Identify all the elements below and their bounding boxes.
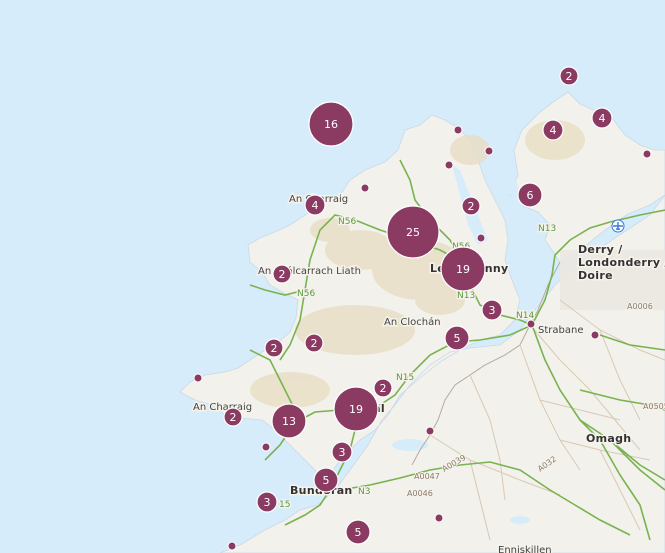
cluster-circle[interactable] (559, 66, 579, 86)
cluster-marker[interactable]: 25 (386, 205, 440, 259)
cluster-circle[interactable] (272, 264, 292, 284)
road-label: N56 (338, 217, 356, 227)
map-point[interactable] (476, 233, 486, 243)
road-label: A0006 (627, 302, 653, 311)
map-point[interactable] (444, 160, 454, 170)
map-point[interactable] (261, 442, 271, 452)
road-label: A0047 (414, 472, 440, 481)
cluster-circle[interactable] (271, 403, 307, 439)
cluster-marker[interactable]: 2 (223, 407, 243, 427)
cluster-circle[interactable] (223, 407, 243, 427)
map-point[interactable] (193, 373, 203, 383)
cluster-circle[interactable] (440, 246, 486, 292)
cluster-marker[interactable]: 5 (444, 325, 470, 351)
road-label: N13 (457, 291, 475, 301)
place-label: Strabane (538, 325, 583, 336)
map-point[interactable] (434, 513, 444, 523)
place-label: An Clochán (384, 316, 441, 328)
cluster-circle[interactable] (304, 333, 324, 353)
cluster-marker[interactable]: 2 (559, 66, 579, 86)
road-label: 15 (279, 500, 290, 510)
cluster-circle[interactable] (304, 194, 326, 216)
cluster-marker[interactable]: 2 (461, 196, 481, 216)
place-label: Omagh (586, 432, 631, 445)
map-point[interactable] (227, 541, 237, 551)
place-label: An Charraig (193, 402, 252, 413)
place-label: Doire (578, 269, 613, 282)
airport-icon (611, 219, 625, 233)
map-point[interactable] (453, 125, 463, 135)
place-label: Londonderry / (578, 256, 665, 269)
cluster-circle[interactable] (461, 196, 481, 216)
cluster-marker[interactable]: 2 (272, 264, 292, 284)
cluster-marker[interactable]: 2 (304, 333, 324, 353)
road-label: A0046 (407, 489, 433, 498)
cluster-circle[interactable] (373, 378, 393, 398)
cluster-marker[interactable]: 3 (331, 441, 353, 463)
cluster-marker[interactable]: 2 (373, 378, 393, 398)
place-label: Enniskillen (498, 545, 552, 553)
map-point[interactable] (360, 183, 370, 193)
cluster-marker[interactable]: 4 (591, 107, 613, 129)
map-canvas[interactable]: An Charraig An Fhálcarrach Liath Letterk… (0, 0, 665, 553)
cluster-circle[interactable] (444, 325, 470, 351)
road-label: N14 (516, 311, 534, 321)
road-label: N56 (297, 289, 315, 299)
road-label: A0505 (643, 402, 665, 411)
cluster-marker[interactable]: 19 (440, 246, 486, 292)
map-point[interactable] (484, 146, 494, 156)
cluster-circle[interactable] (308, 101, 354, 147)
cluster-marker[interactable]: 3 (481, 299, 503, 321)
cluster-circle[interactable] (481, 299, 503, 321)
map-point[interactable] (425, 426, 435, 436)
cluster-circle[interactable] (333, 386, 379, 432)
cluster-marker[interactable]: 3 (256, 491, 278, 513)
cluster-marker[interactable]: 19 (333, 386, 379, 432)
road-label: N15 (396, 373, 414, 383)
map-point[interactable] (526, 319, 536, 329)
cluster-marker[interactable]: 5 (345, 519, 371, 545)
cluster-marker[interactable]: 16 (308, 101, 354, 147)
cluster-circle[interactable] (542, 119, 564, 141)
map-point[interactable] (642, 149, 652, 159)
cluster-marker[interactable]: 4 (304, 194, 326, 216)
cluster-marker[interactable]: 13 (271, 403, 307, 439)
road-label: N3 (358, 487, 370, 497)
cluster-marker[interactable]: 6 (517, 182, 543, 208)
cluster-circle[interactable] (331, 441, 353, 463)
cluster-circle[interactable] (264, 338, 284, 358)
place-label: Derry / (578, 243, 623, 256)
map-point[interactable] (590, 330, 600, 340)
cluster-marker[interactable]: 4 (542, 119, 564, 141)
road-label: N13 (538, 224, 556, 234)
cluster-circle[interactable] (345, 519, 371, 545)
cluster-circle[interactable] (591, 107, 613, 129)
cluster-circle[interactable] (256, 491, 278, 513)
cluster-marker[interactable]: 2 (264, 338, 284, 358)
cluster-circle[interactable] (517, 182, 543, 208)
cluster-circle[interactable] (386, 205, 440, 259)
cluster-circle[interactable] (313, 467, 339, 493)
cluster-marker[interactable]: 5 (313, 467, 339, 493)
